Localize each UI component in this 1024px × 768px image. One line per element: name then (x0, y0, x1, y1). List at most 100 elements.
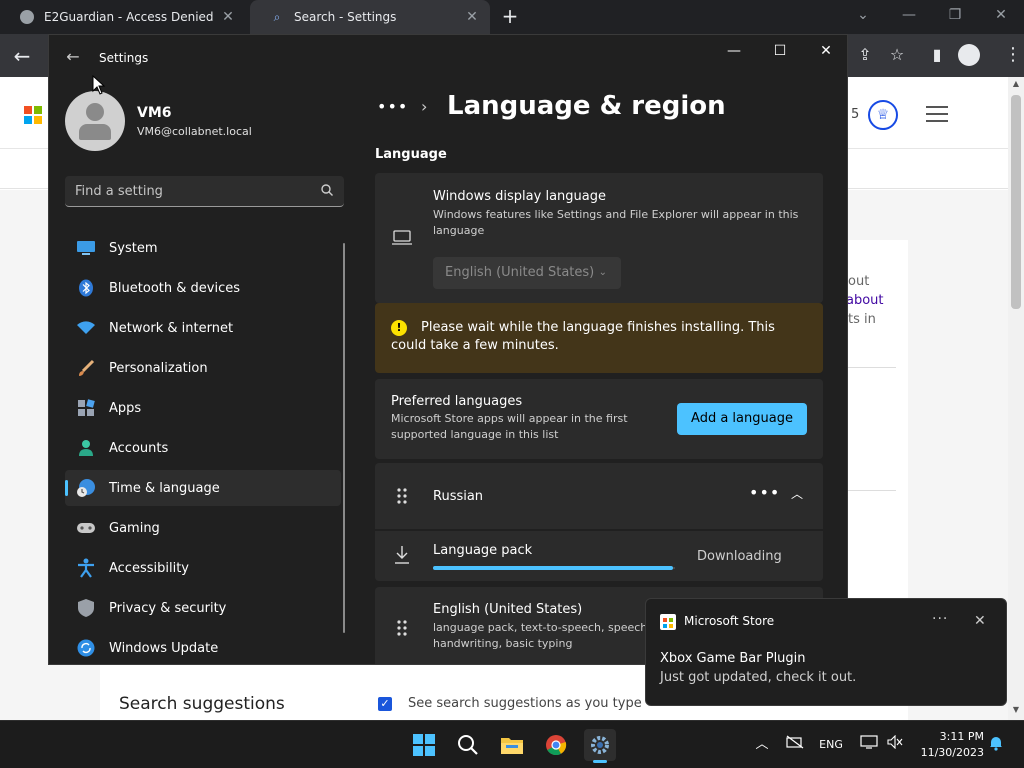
scrollbar-thumb[interactable] (1011, 95, 1021, 309)
sidebar-item-time-language[interactable]: Time & language (65, 470, 341, 506)
sidebar-item-label: Accessibility (109, 560, 189, 576)
accessibility-icon (76, 558, 96, 578)
drag-handle-icon[interactable] (395, 487, 409, 505)
webpage-link-fragment[interactable]: about (846, 293, 884, 308)
active-app-indicator (593, 760, 607, 763)
taskbar: ︿ ENG 3:11 PM 11/30/2023 (0, 720, 1024, 768)
toast-app-name: Microsoft Store (684, 614, 775, 628)
clock-time[interactable]: 3:11 PM (920, 730, 984, 743)
warning-text: Please wait while the language finishes … (391, 320, 775, 353)
show-hidden-icons-chevron-icon[interactable]: ︿ (752, 735, 772, 755)
drag-handle-icon[interactable] (395, 619, 409, 637)
tab-close-icon[interactable]: ✕ (216, 9, 240, 25)
settings-gear-icon[interactable] (584, 729, 616, 763)
webpage-text-fragment: out (848, 274, 870, 289)
preferred-languages-title: Preferred languages (391, 394, 523, 409)
file-explorer-icon[interactable] (496, 729, 528, 761)
search-icon[interactable] (320, 183, 334, 197)
search-suggestions-checkbox-label[interactable]: See search suggestions as you type (408, 696, 642, 711)
language-pack-label: Language pack (433, 543, 533, 558)
sidebar-item-system[interactable]: System (65, 230, 341, 266)
share-icon[interactable]: ⇪ (852, 42, 878, 68)
sidebar-item-bluetooth[interactable]: Bluetooth & devices (65, 270, 341, 306)
sidebar-item-network[interactable]: Network & internet (65, 310, 341, 346)
search-suggestions-checkbox[interactable]: ✓ (378, 697, 392, 711)
toast-body: Just got updated, check it out. (660, 670, 857, 685)
settings-minimize-button[interactable]: — (711, 39, 757, 63)
tab-close-icon[interactable]: ✕ (460, 9, 484, 25)
browser-menu-icon[interactable]: ⋮ (1004, 42, 1022, 68)
sidebar-item-label: System (109, 240, 158, 256)
language-name: Russian (433, 489, 484, 504)
divider (848, 490, 896, 491)
browser-profile-avatar[interactable] (958, 44, 980, 66)
find-setting-box[interactable] (65, 176, 344, 207)
breadcrumb-chevron-icon: › (421, 97, 428, 116)
display-language-description: Windows features like Settings and File … (433, 208, 799, 237)
scroll-down-arrow-icon[interactable]: ▼ (1008, 705, 1024, 714)
browser-tab-e2guardian[interactable]: E2Guardian - Access Denied ✕ (0, 0, 246, 34)
settings-window-title: Settings (99, 51, 149, 65)
volume-muted-icon[interactable] (884, 734, 906, 755)
preferred-languages-card: Preferred languages Microsoft Store apps… (375, 379, 823, 459)
browser-restore-button[interactable]: ❐ (932, 0, 978, 34)
divider (848, 367, 896, 368)
windows-start-icon[interactable] (408, 729, 440, 761)
tab-title: E2Guardian - Access Denied (44, 10, 214, 24)
side-panel-icon[interactable]: ▮ (924, 42, 950, 68)
search-suggestions-heading: Search suggestions (119, 694, 285, 714)
chrome-icon[interactable] (540, 729, 572, 761)
search-icon[interactable] (452, 729, 484, 761)
sidebar-item-label: Personalization (109, 360, 208, 376)
bluetooth-icon (76, 278, 96, 298)
breadcrumb-overflow-button[interactable]: ••• (377, 97, 408, 116)
sidebar-item-label: Privacy & security (109, 600, 227, 616)
tab-search-chevron-icon[interactable]: ⌄ (840, 0, 886, 34)
sidebar-item-label: Network & internet (109, 320, 234, 336)
gamepad-icon (76, 518, 96, 538)
bookmark-star-icon[interactable]: ☆ (884, 42, 910, 68)
toast-close-icon[interactable]: ✕ (974, 613, 986, 629)
update-icon (76, 638, 96, 658)
microsoft-logo-icon[interactable] (24, 106, 42, 124)
sidebar-item-privacy[interactable]: Privacy & security (65, 590, 341, 626)
sidebar-scrollbar[interactable] (343, 243, 345, 633)
add-language-button[interactable]: Add a language (677, 403, 807, 435)
notification-bell-icon[interactable] (986, 735, 1006, 755)
clock-date[interactable]: 11/30/2023 (914, 746, 984, 759)
settings-back-button[interactable]: ← (63, 47, 83, 67)
browser-close-button[interactable]: ✕ (978, 0, 1024, 34)
chevron-up-icon[interactable]: ︿ (791, 485, 803, 502)
microsoft-store-icon (660, 614, 676, 630)
settings-close-button[interactable]: ✕ (803, 39, 847, 63)
apps-icon (76, 398, 96, 418)
sidebar-item-windows-update[interactable]: Windows Update (65, 630, 341, 664)
sidebar-item-personalization[interactable]: Personalization (65, 350, 341, 386)
network-disconnected-icon[interactable] (784, 735, 806, 755)
webpage-text-fragment: ts in (848, 312, 876, 327)
search-input[interactable] (65, 176, 310, 206)
browser-back-button[interactable]: ← (8, 42, 36, 70)
toast-notification[interactable]: Microsoft Store ··· ✕ Xbox Game Bar Plug… (645, 598, 1007, 706)
display-language-dropdown[interactable]: English (United States) ⌄ (433, 257, 621, 289)
new-tab-button[interactable]: + (498, 4, 522, 28)
toast-title: Xbox Game Bar Plugin (660, 651, 806, 666)
sidebar-item-accessibility[interactable]: Accessibility (65, 550, 341, 586)
hamburger-menu-icon[interactable] (926, 106, 948, 122)
sidebar-item-gaming[interactable]: Gaming (65, 510, 341, 546)
webpage-scrollbar[interactable]: ▲ ▼ (1008, 77, 1024, 720)
display-icon[interactable] (858, 735, 880, 755)
install-warning-banner: ! Please wait while the language finishe… (375, 303, 823, 373)
scroll-up-arrow-icon[interactable]: ▲ (1008, 79, 1024, 88)
more-options-icon[interactable]: ••• (749, 483, 780, 502)
avatar[interactable] (65, 91, 125, 151)
rewards-trophy-icon[interactable]: ♕ (868, 100, 898, 130)
sidebar-item-apps[interactable]: Apps (65, 390, 341, 426)
browser-tab-search-settings[interactable]: ⌕ Search - Settings ✕ (250, 0, 490, 34)
input-language-indicator[interactable]: ENG (814, 735, 848, 755)
user-email: VM6@collabnet.local (137, 125, 252, 138)
browser-minimize-button[interactable]: — (886, 0, 932, 34)
sidebar-item-accounts[interactable]: Accounts (65, 430, 341, 466)
settings-maximize-button[interactable]: ☐ (757, 39, 803, 63)
toast-more-options-icon[interactable]: ··· (932, 611, 948, 627)
